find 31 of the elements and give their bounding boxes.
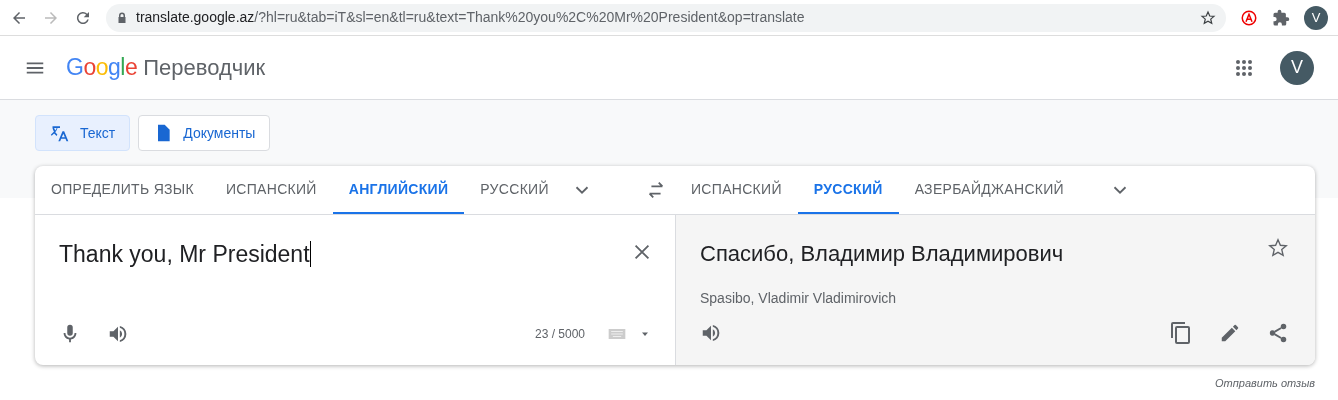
extension-badge-icon[interactable] — [1240, 8, 1258, 27]
language-tab[interactable]: ИСПАНСКИЙ — [209, 166, 333, 214]
feedback-link[interactable]: Отправить отзыв — [1215, 377, 1315, 389]
translation-text: Спасибо, Владимир Владимирович — [700, 240, 1064, 268]
pencil-icon[interactable] — [1219, 322, 1241, 344]
address-bar[interactable]: translate.google.az/?hl=ru&tab=iT&sl=en&tl=ru&text=Thank%20you%2C%20Mr%20President&op=translate — [106, 3, 1226, 32]
app-title: Переводчик — [143, 54, 266, 82]
star-icon[interactable] — [1200, 9, 1216, 26]
share-icon[interactable] — [1267, 322, 1289, 344]
character-counter: 23 / 5000 — [534, 326, 585, 343]
lock-icon — [116, 11, 128, 24]
language-tab[interactable]: ИСПАНСКИЙ — [675, 166, 798, 214]
speaker-icon[interactable] — [107, 323, 129, 345]
language-tab[interactable]: РУССКИЙ — [464, 166, 565, 214]
account-avatar[interactable]: V — [1280, 50, 1314, 85]
url-text: translate.google.az/?hl=ru&tab=iT&sl=en&tl=ru&text=Thank%20you%2C%20Mr%20President&op=translate — [136, 8, 805, 27]
puzzle-icon[interactable] — [1272, 8, 1290, 27]
source-text[interactable]: Thank you, Mr President — [59, 241, 310, 267]
star-icon[interactable] — [1267, 237, 1289, 259]
language-tab[interactable]: АНГЛИЙСКИЙ — [332, 166, 465, 214]
translate-icon — [50, 123, 70, 143]
speaker-icon[interactable] — [700, 322, 722, 344]
mode-tab[interactable]: Текст — [35, 115, 131, 151]
mode-tab[interactable]: Документы — [138, 115, 271, 151]
transliteration-text: Spasibo, Vladimir Vladimirovich — [700, 289, 898, 308]
copy-icon[interactable] — [1169, 321, 1193, 345]
language-tab[interactable]: АЗЕРБАЙДЖАНСКИЙ — [898, 166, 1080, 214]
language-tab[interactable]: ОПРЕДЕЛИТЬ ЯЗЫК — [35, 166, 210, 214]
profile-avatar[interactable]: V — [1304, 5, 1328, 30]
logo[interactable]: Google — [66, 50, 138, 85]
text-cursor — [309, 241, 311, 267]
